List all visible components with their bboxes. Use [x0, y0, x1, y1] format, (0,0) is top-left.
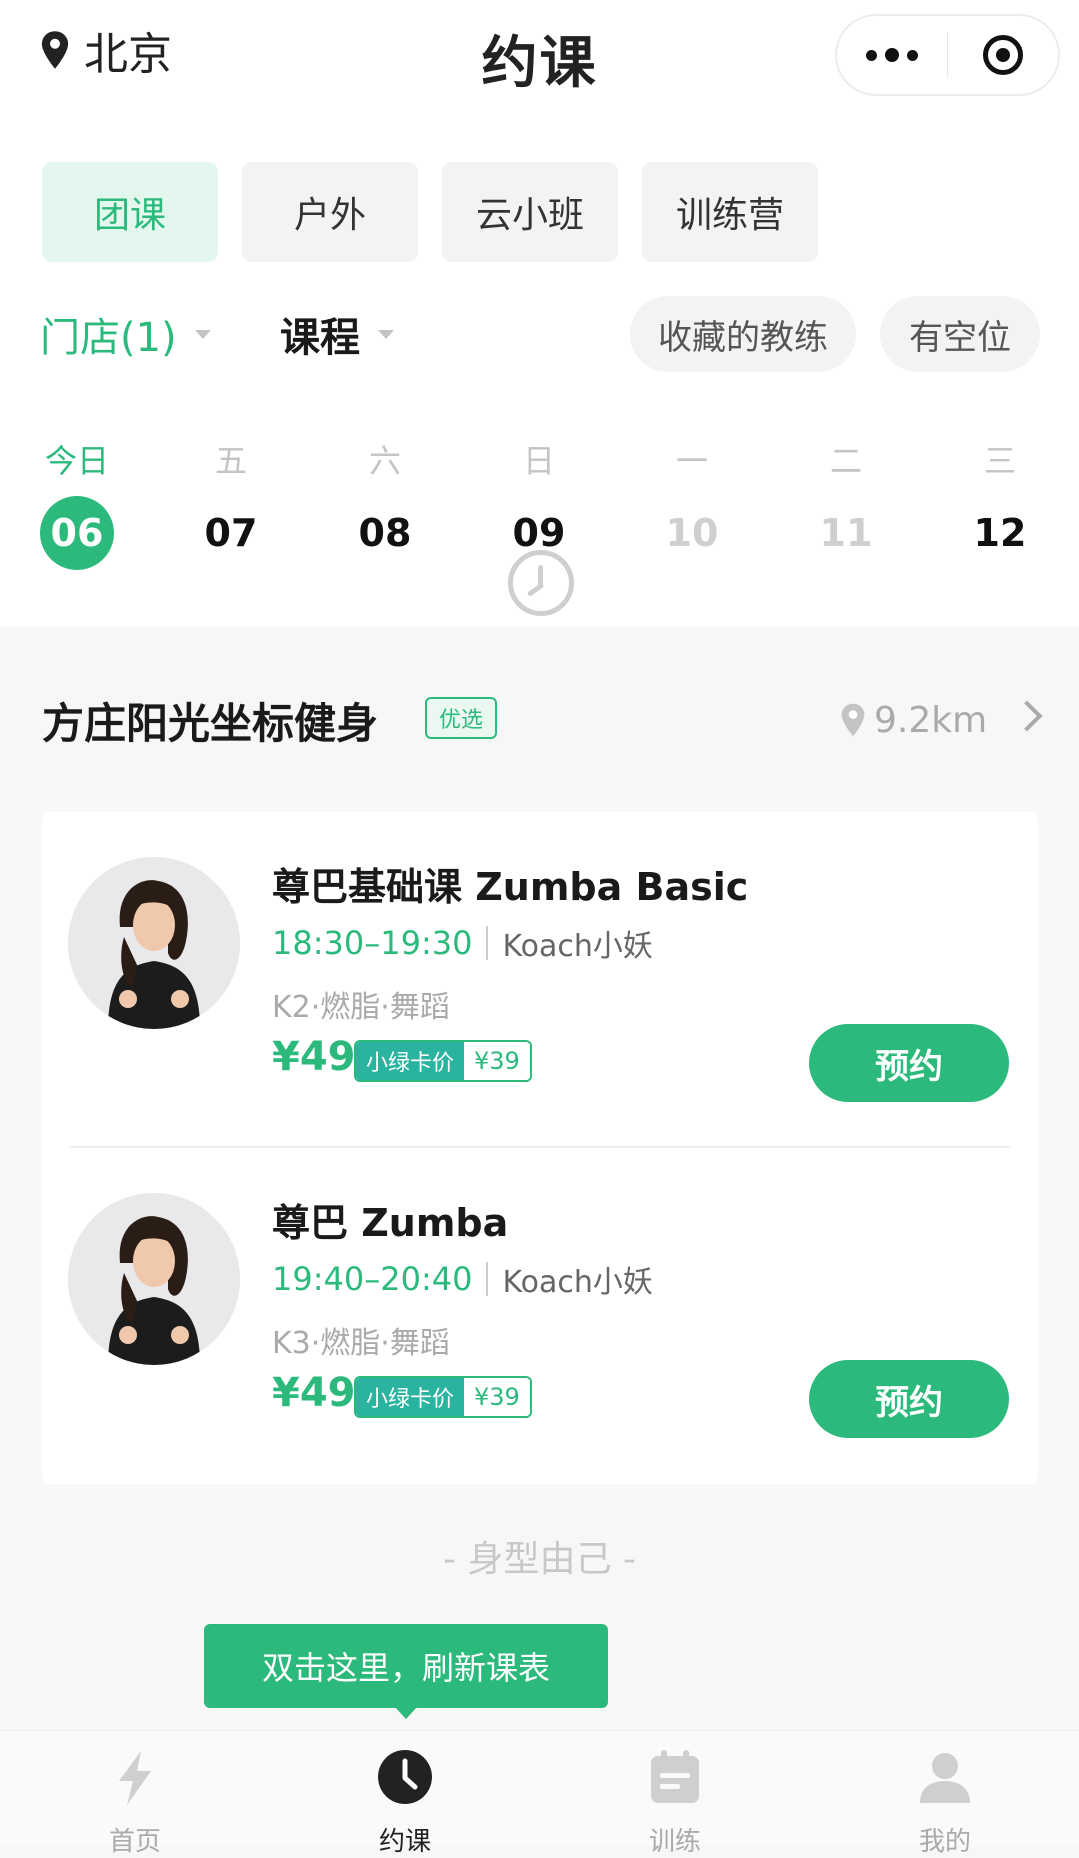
course-tags: K2·燃脂·舞蹈	[272, 990, 450, 1025]
tab-training-camp[interactable]: 训练营	[642, 162, 818, 262]
date-weekday: 日	[522, 442, 555, 480]
course-name: 尊巴 Zumba	[272, 1201, 509, 1245]
store-filter-label: 门店(1)	[40, 315, 177, 361]
course-list-card: 尊巴基础课 Zumba Basic 18:30–19:30 Koach小妖 K2…	[42, 812, 1038, 1484]
tab-label: 约课	[378, 1827, 431, 1857]
date-day: 07	[204, 511, 258, 555]
coach-name: Koach小妖	[502, 1265, 653, 1300]
member-price-value: ¥39	[464, 1378, 530, 1416]
date-weekday: 二	[829, 442, 862, 480]
course-item[interactable]: 尊巴 Zumba 19:40–20:40 Koach小妖 K3·燃脂·舞蹈 ¥4…	[42, 1148, 1038, 1484]
coach-avatar	[68, 1193, 240, 1365]
date-weekday: 一	[675, 442, 708, 480]
bottom-tab-bar: 首页 约课 训练 我的	[0, 1730, 1079, 1857]
store-distance[interactable]: 9.2km	[840, 695, 987, 745]
tab-training[interactable]: 训练	[540, 1731, 810, 1857]
course-filter-label: 课程	[280, 315, 360, 361]
chevron-right-icon[interactable]	[1011, 700, 1043, 732]
more-menu-icon[interactable]	[837, 16, 947, 94]
book-button[interactable]: 预约	[809, 1024, 1009, 1102]
store-name[interactable]: 方庄阳光坐标健身	[42, 690, 378, 751]
caret-down-icon	[194, 329, 211, 339]
calendar-icon	[651, 1750, 699, 1803]
distance-value: 9.2km	[874, 699, 988, 741]
date-day: 11	[819, 511, 873, 555]
tab-label: 训练	[648, 1827, 701, 1857]
coach-photo	[68, 1193, 240, 1365]
tab-home[interactable]: 首页	[0, 1731, 270, 1857]
meta-divider	[486, 926, 489, 960]
date-day: 06	[40, 496, 114, 570]
meta-divider	[486, 1262, 489, 1296]
course-name: 尊巴基础课 Zumba Basic	[272, 865, 749, 909]
course-price: ¥49	[272, 1034, 356, 1080]
course-time: 18:30–19:30	[272, 924, 473, 962]
tab-outdoor[interactable]: 户外	[242, 162, 418, 262]
course-meta: 18:30–19:30 Koach小妖	[272, 920, 653, 966]
user-icon	[920, 1753, 970, 1803]
member-price-tag: 小绿卡价 ¥39	[354, 1376, 532, 1418]
member-price-label: 小绿卡价	[356, 1042, 465, 1080]
member-price-label: 小绿卡价	[356, 1378, 465, 1416]
tab-cloud-class[interactable]: 云小班	[442, 162, 618, 262]
coach-photo	[68, 857, 240, 1029]
clock-icon	[508, 550, 574, 616]
date-day: 08	[358, 511, 412, 555]
refresh-tooltip[interactable]: 双击这里，刷新课表	[204, 1624, 608, 1708]
lightning-icon	[119, 1751, 151, 1805]
location-pin-icon	[841, 703, 865, 737]
course-price: ¥49	[272, 1370, 356, 1416]
featured-badge: 优选	[425, 697, 497, 739]
tab-booking[interactable]: 约课	[270, 1731, 540, 1857]
coach-avatar	[68, 857, 240, 1029]
tooltip-arrow	[394, 1706, 418, 1719]
date-weekday: 三	[983, 442, 1016, 480]
coach-name: Koach小妖	[502, 929, 653, 964]
tab-mine[interactable]: 我的	[810, 1731, 1079, 1857]
favorite-coaches-filter[interactable]: 收藏的教练	[630, 296, 856, 372]
clock-icon	[378, 1750, 432, 1804]
course-meta: 19:40–20:40 Koach小妖	[272, 1256, 653, 1302]
close-program-icon[interactable]	[948, 16, 1058, 94]
course-item[interactable]: 尊巴基础课 Zumba Basic 18:30–19:30 Koach小妖 K2…	[42, 812, 1038, 1148]
tab-label: 我的	[918, 1827, 971, 1857]
date-day: 10	[665, 511, 719, 555]
course-time: 19:40–20:40	[272, 1260, 473, 1298]
mini-program-capsule	[835, 14, 1060, 96]
slogan: - 身型由己 -	[443, 1539, 636, 1580]
store-filter-dropdown[interactable]: 门店(1)	[40, 304, 211, 364]
tab-label: 首页	[108, 1827, 161, 1857]
member-price-value: ¥39	[464, 1042, 530, 1080]
tab-group-class[interactable]: 团课	[42, 162, 218, 262]
date-day: 12	[973, 511, 1027, 555]
date-weekday: 五	[214, 442, 247, 480]
member-price-tag: 小绿卡价 ¥39	[354, 1040, 532, 1082]
top-panel: 北京 约课 团课 户外 云小班 训练营 门店(1) 课程 收藏的教练 有空位 今…	[0, 0, 1079, 627]
available-spots-filter[interactable]: 有空位	[880, 296, 1040, 372]
course-tags: K3·燃脂·舞蹈	[272, 1326, 450, 1361]
course-filter-dropdown[interactable]: 课程	[280, 304, 394, 364]
book-button[interactable]: 预约	[809, 1360, 1009, 1438]
caret-down-icon	[378, 329, 394, 339]
date-weekday: 六	[368, 442, 401, 480]
date-weekday: 今日	[44, 442, 109, 480]
